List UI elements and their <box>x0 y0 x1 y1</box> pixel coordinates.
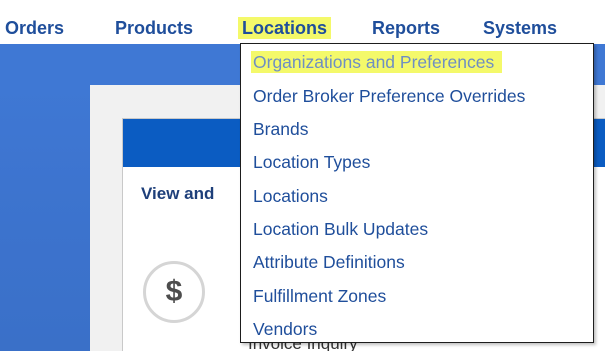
dollar-icon[interactable]: $ <box>143 261 205 323</box>
locations-dropdown-menu: Organizations and Preferences Order Brok… <box>240 43 594 343</box>
menu-item-brands[interactable]: Brands <box>253 118 308 140</box>
top-menu-bar: Orders Products Locations Reports System… <box>0 0 605 44</box>
app-window: View and $ Invoice Inquiry Orders Produc… <box>0 0 605 351</box>
menu-item-locations[interactable]: Locations <box>253 185 328 207</box>
menu-reports[interactable]: Reports <box>372 17 440 39</box>
menu-systems[interactable]: Systems <box>483 17 557 39</box>
menu-item-order-broker-preference-overrides[interactable]: Order Broker Preference Overrides <box>253 85 525 107</box>
card-title: View and <box>141 184 215 203</box>
menu-locations[interactable]: Locations <box>238 17 332 39</box>
menu-item-organizations-and-preferences[interactable]: Organizations and Preferences <box>251 51 503 73</box>
menu-item-location-types[interactable]: Location Types <box>253 151 370 173</box>
menu-item-location-bulk-updates[interactable]: Location Bulk Updates <box>253 218 428 240</box>
menu-products[interactable]: Products <box>115 17 193 39</box>
menu-item-attribute-definitions[interactable]: Attribute Definitions <box>253 251 405 273</box>
dollar-glyph: $ <box>165 275 183 308</box>
menu-item-vendors[interactable]: Vendors <box>253 318 317 340</box>
menu-item-fulfillment-zones[interactable]: Fulfillment Zones <box>253 285 386 307</box>
menu-orders[interactable]: Orders <box>5 17 64 39</box>
